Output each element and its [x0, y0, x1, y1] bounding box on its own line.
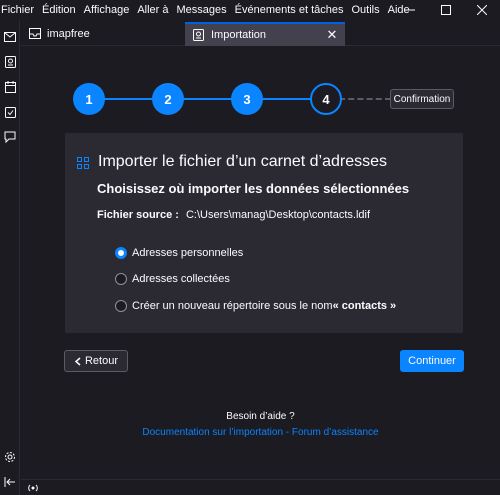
page-subtitle: Choisissez où importer les données sélec… — [97, 181, 410, 196]
chat-icon[interactable] — [3, 130, 17, 144]
forum-link[interactable]: Forum d’assistance — [292, 427, 379, 438]
menu-edition[interactable]: Édition — [38, 4, 80, 16]
minimize-button[interactable] — [392, 0, 428, 20]
source-file-row: Fichier source : C:\Users\manag\Desktop\… — [97, 209, 370, 221]
menu-affichage[interactable]: Affichage — [80, 4, 134, 16]
back-label: Retour — [84, 355, 119, 367]
option-collected[interactable]: Adresses collectées — [115, 273, 230, 285]
tasks-icon[interactable] — [3, 105, 17, 119]
import-stepper: 1 2 3 4 Confirmation — [21, 47, 500, 147]
import-page: 1 2 3 4 Confirmation Importer le fichier… — [21, 47, 500, 479]
status-bar — [21, 479, 500, 495]
doc-link[interactable]: Documentation sur l’importation — [142, 427, 283, 438]
online-status-icon[interactable] — [27, 482, 39, 494]
step-2: 2 — [152, 83, 184, 115]
source-path: C:\Users\manag\Desktop\contacts.ldif — [185, 209, 371, 221]
option-label: Adresses personnelles — [132, 247, 244, 259]
maximize-button[interactable] — [428, 0, 464, 20]
close-window-button[interactable] — [464, 0, 500, 20]
tab-bar: imapfree Importation ✕ — [21, 22, 500, 46]
step-1: 1 — [73, 83, 105, 115]
step-4: 4 — [310, 83, 342, 115]
close-icon — [477, 5, 487, 15]
back-button[interactable]: Retour — [64, 350, 128, 372]
spaces-toolbar — [0, 20, 20, 495]
menu-evenements[interactable]: Événements et tâches — [231, 4, 348, 16]
step-3: 3 — [231, 83, 263, 115]
tab-importation[interactable]: Importation ✕ — [185, 22, 345, 46]
tab-close-button[interactable]: ✕ — [325, 28, 339, 42]
tab-label: Importation — [211, 29, 267, 41]
calendar-icon[interactable] — [3, 80, 17, 94]
radio-button[interactable] — [115, 300, 127, 312]
chevron-left-icon — [74, 356, 81, 366]
help-question: Besoin d’aide ? — [226, 411, 295, 422]
settings-icon[interactable] — [3, 450, 17, 464]
import-icon — [193, 29, 205, 41]
folder-icon — [29, 28, 41, 40]
minimize-icon — [405, 9, 415, 11]
page-title: Importer le fichier d’un carnet d’adress… — [98, 153, 388, 170]
help-links: Documentation sur l’importation - Forum … — [21, 427, 500, 438]
maximize-icon — [441, 5, 451, 15]
address-book-icon[interactable] — [3, 55, 17, 69]
menu-aller-a[interactable]: Aller à — [133, 4, 172, 16]
help-separator: - — [283, 427, 292, 438]
step-confirmation: Confirmation — [390, 89, 454, 109]
collapse-icon[interactable] — [3, 475, 17, 489]
option-label: Créer un nouveau répertoire sous le nom — [132, 300, 333, 312]
mail-icon[interactable] — [3, 30, 17, 44]
source-label: Fichier source : — [97, 209, 179, 221]
option-label-bold: « contacts » — [332, 300, 397, 312]
step-connector-dashed — [339, 98, 391, 100]
continue-button[interactable]: Continuer — [400, 350, 464, 372]
grid-icon — [77, 157, 89, 169]
radio-button[interactable] — [115, 273, 127, 285]
import-panel: Importer le fichier d’un carnet d’adress… — [65, 133, 463, 333]
radio-button[interactable] — [115, 247, 127, 259]
menu-messages[interactable]: Messages — [173, 4, 231, 16]
menu-outils[interactable]: Outils — [348, 4, 384, 16]
window-controls — [392, 0, 500, 20]
tab-imapfree[interactable]: imapfree — [29, 22, 179, 46]
option-personal[interactable]: Adresses personnelles — [115, 247, 243, 259]
option-new-directory[interactable]: Créer un nouveau répertoire sous le nom … — [115, 300, 396, 312]
option-label: Adresses collectées — [132, 273, 230, 285]
tab-label: imapfree — [47, 28, 90, 40]
menu-fichier[interactable]: Fichier — [0, 4, 38, 16]
